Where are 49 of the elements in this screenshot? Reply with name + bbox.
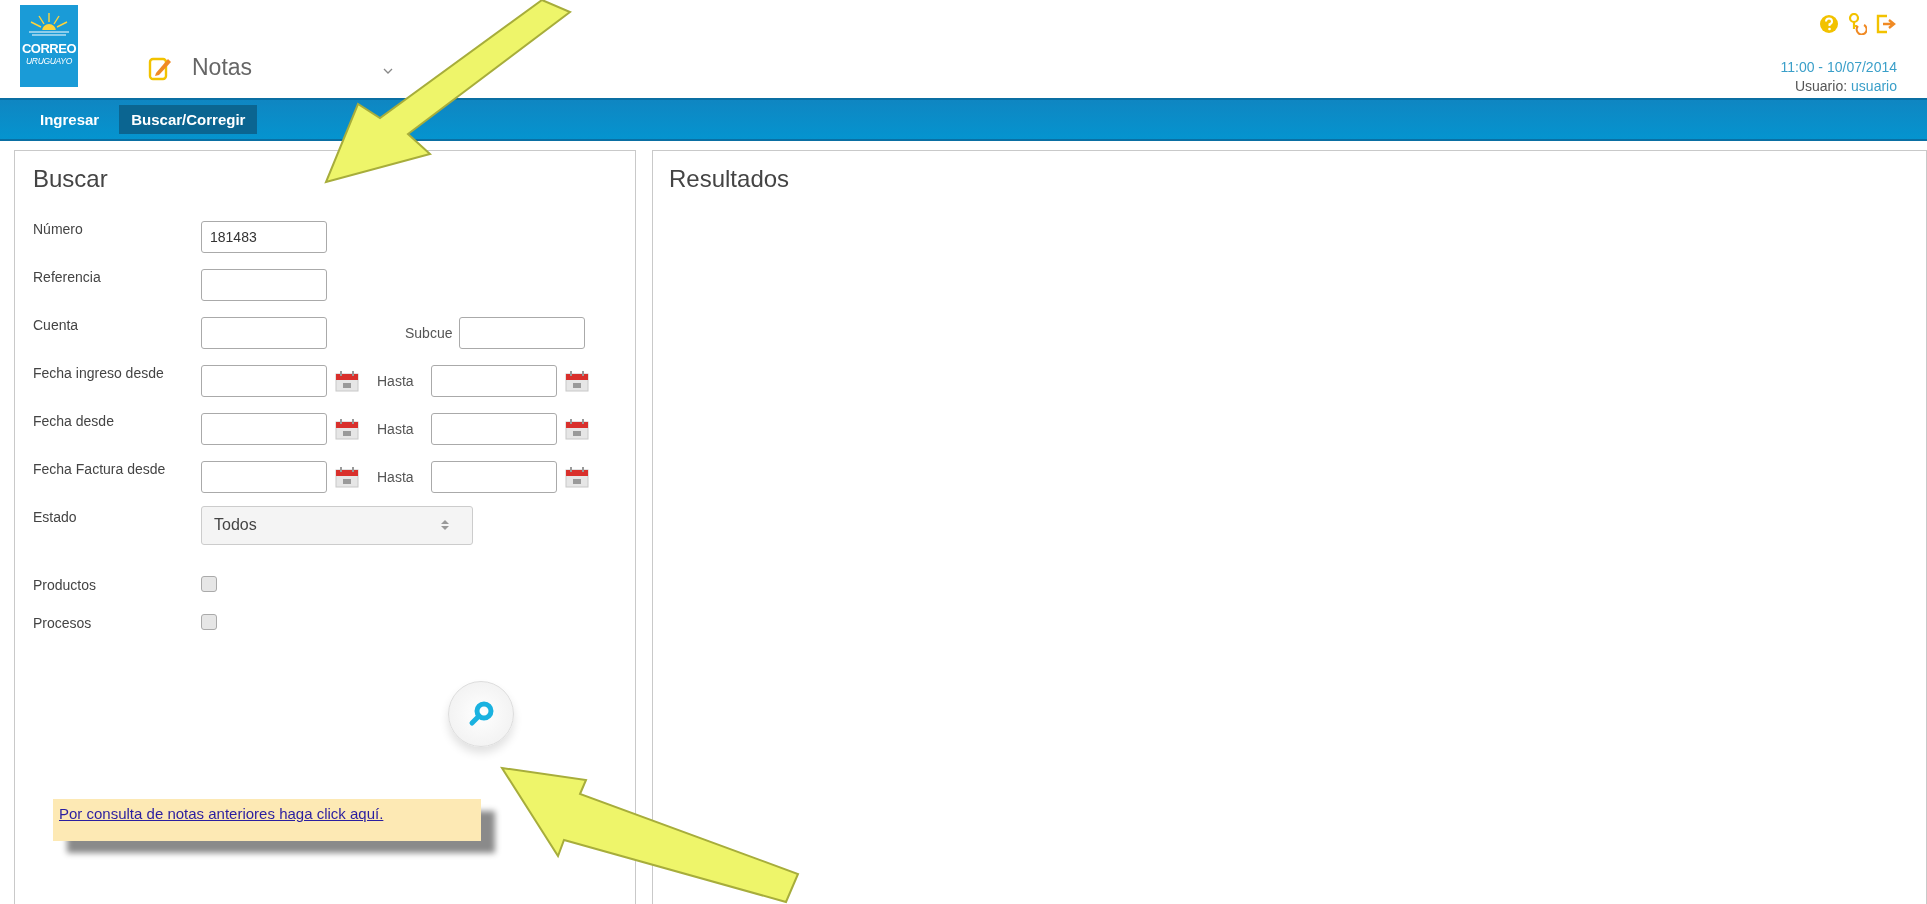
logo-subtitle: URUGUAYO: [25, 56, 73, 67]
field-label: Fecha Factura desde: [33, 461, 167, 477]
input-field[interactable]: [201, 413, 327, 445]
calendar-icon[interactable]: [335, 418, 359, 440]
checkbox[interactable]: [201, 576, 217, 592]
sort-arrows-icon: [440, 518, 450, 532]
field-label: Hasta: [377, 373, 415, 389]
nav-tab[interactable]: Buscar/Corregir: [119, 105, 258, 134]
input-field[interactable]: [201, 461, 327, 493]
input-field[interactable]: [431, 461, 557, 493]
input-field[interactable]: 181483: [201, 221, 327, 253]
field-label: Cuenta: [33, 317, 80, 333]
date-time: 11:00 - 10/07/2014: [1780, 58, 1897, 76]
calendar-icon[interactable]: [565, 466, 589, 488]
calendar-icon[interactable]: [335, 466, 359, 488]
field-label: Fecha desde: [33, 413, 115, 429]
search-button[interactable]: [448, 681, 514, 747]
field-label: Fecha ingreso desde: [33, 365, 165, 381]
nav-tab[interactable]: Ingresar: [28, 105, 112, 134]
sun-icon: [26, 11, 72, 37]
input-field[interactable]: [431, 413, 557, 445]
input-field[interactable]: [201, 269, 327, 301]
input-field[interactable]: [431, 365, 557, 397]
calendar-icon[interactable]: [335, 370, 359, 392]
note-link[interactable]: Por consulta de notas anteriores haga click aquí.: [59, 805, 384, 822]
user-label: Usuario:: [1794, 77, 1848, 96]
help-icon[interactable]: [1819, 14, 1839, 34]
calendar-icon[interactable]: [565, 418, 589, 440]
field-label: Hasta: [377, 421, 415, 437]
select-dropdown[interactable]: Todos: [201, 505, 473, 545]
chevron-down-icon[interactable]: [382, 66, 395, 75]
panel-title: Buscar: [33, 165, 109, 193]
module-title: Notas: [192, 54, 253, 81]
input-field[interactable]: [459, 317, 585, 349]
checkbox-label: Productos: [33, 577, 98, 593]
checkbox[interactable]: [201, 614, 217, 630]
logout-icon[interactable]: [1875, 13, 1897, 35]
field-label: Subcue: [405, 325, 454, 341]
field-label: Referencia: [33, 269, 102, 285]
field-label: Estado: [33, 509, 78, 525]
checkbox-label: Procesos: [33, 615, 93, 631]
calendar-icon[interactable]: [565, 370, 589, 392]
input-field[interactable]: [201, 317, 327, 349]
panel-title: Resultados: [669, 165, 791, 193]
field-label: Hasta: [377, 469, 415, 485]
key-refresh-icon[interactable]: [1847, 13, 1867, 35]
field-label: Número: [33, 221, 84, 237]
logo-title: CORREO: [21, 42, 77, 56]
input-field[interactable]: [201, 365, 327, 397]
